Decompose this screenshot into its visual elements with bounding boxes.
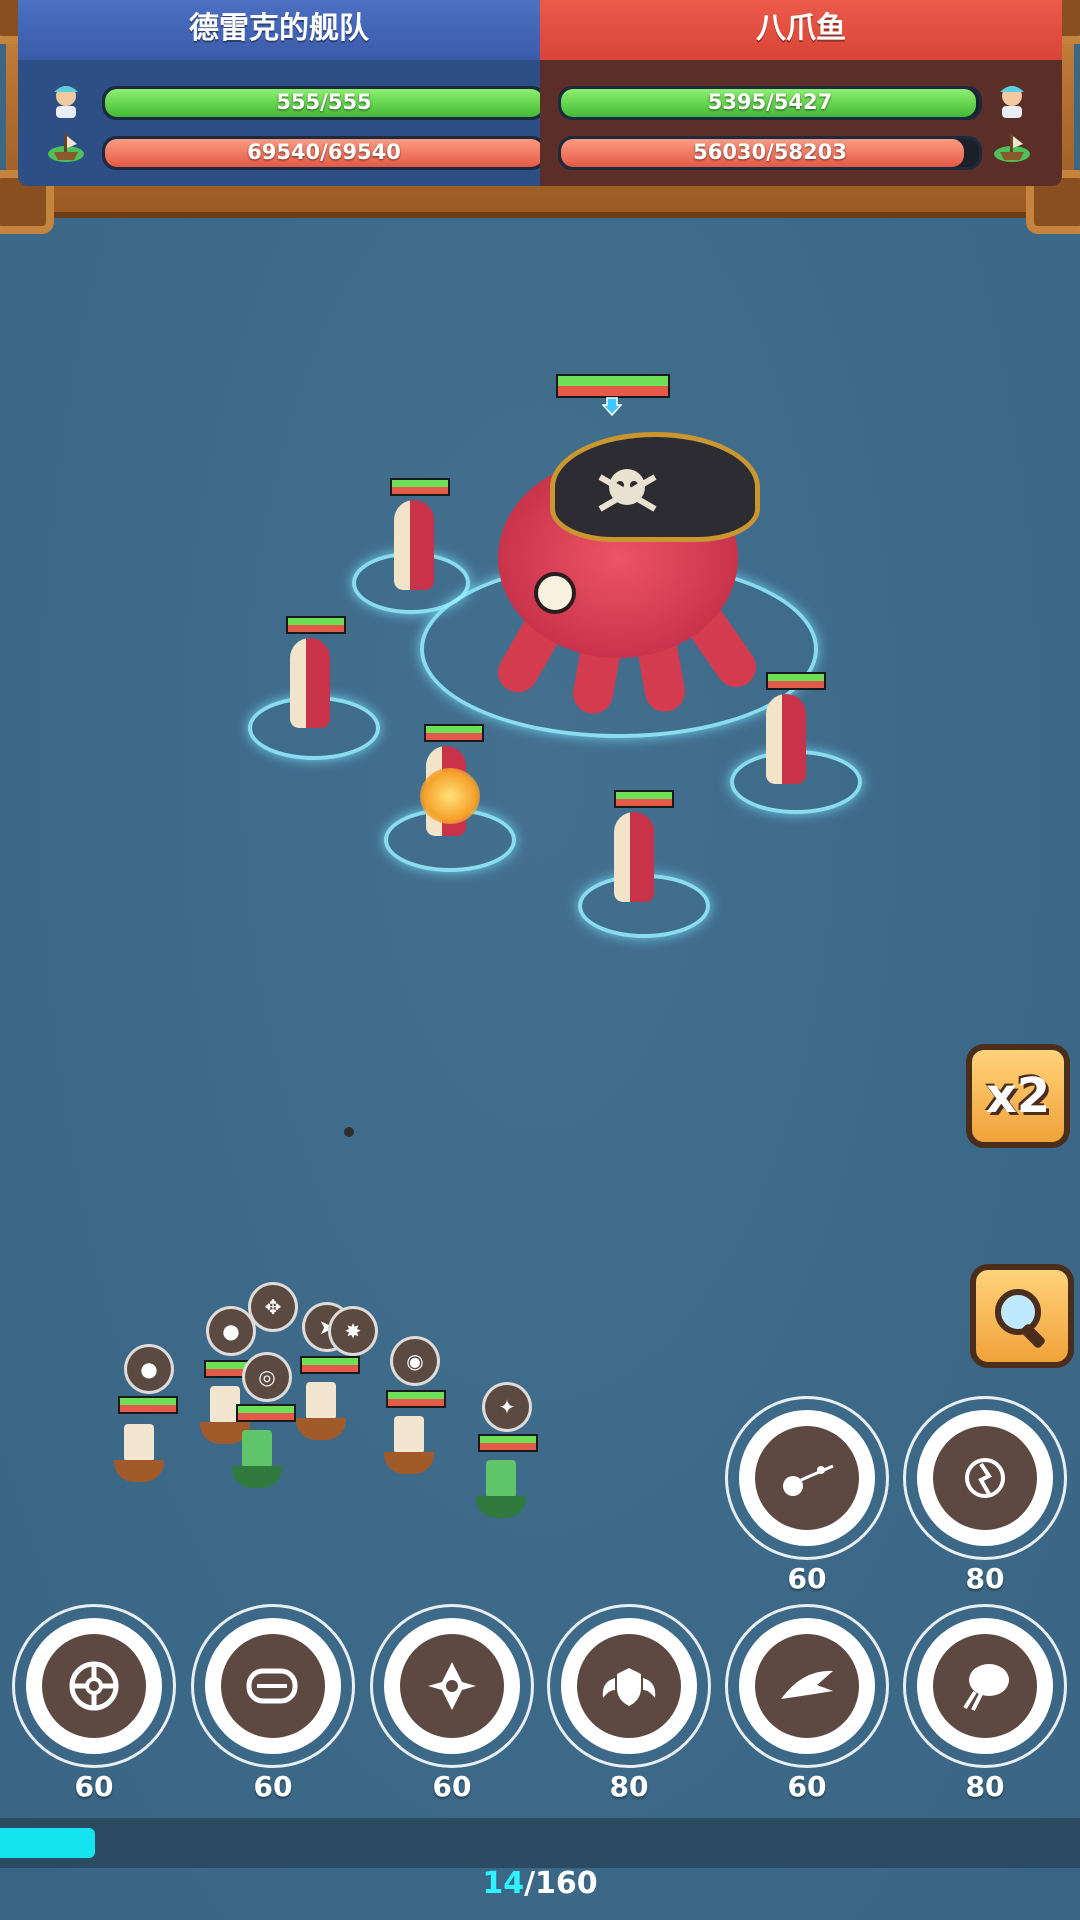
tentacle-hp-bar bbox=[766, 672, 826, 690]
skill-button-wheel[interactable] bbox=[12, 1604, 176, 1768]
enemy-ship-hp-bar: 56030/58203 bbox=[558, 136, 982, 170]
player-ship-hp-text: 69540/69540 bbox=[247, 140, 401, 164]
shield-spikes-icon bbox=[400, 1634, 504, 1738]
hook-icon bbox=[221, 1634, 325, 1738]
target-arrow-icon bbox=[601, 396, 623, 417]
tentacle[interactable] bbox=[766, 694, 806, 784]
skill-cost: 60 bbox=[432, 1770, 472, 1803]
balloon-icon bbox=[933, 1634, 1037, 1738]
speed-toggle-button[interactable]: x2 bbox=[966, 1044, 1070, 1148]
enemy-name: 八爪鱼 bbox=[540, 0, 1062, 60]
energy-bar bbox=[0, 1818, 1080, 1868]
skull-icon bbox=[598, 469, 657, 512]
player-ship[interactable] bbox=[476, 1458, 526, 1518]
skill-button-balloon[interactable] bbox=[903, 1604, 1067, 1768]
magnifier-icon bbox=[995, 1289, 1049, 1350]
ship-hp-bar bbox=[478, 1434, 538, 1452]
ship-skill-bubble: ✥ bbox=[248, 1282, 298, 1332]
ship-hp-bar bbox=[118, 1396, 178, 1414]
octopus-eye bbox=[534, 572, 576, 614]
player-fleet-panel: 德雷克的舰队 555/555 69540/69540 bbox=[18, 0, 546, 186]
battle-hud: 德雷克的舰队 555/555 69540/69540 八爪鱼 5395/5427… bbox=[0, 0, 1080, 234]
energy-bar-fill bbox=[0, 1828, 95, 1858]
tentacle-hp-bar bbox=[424, 724, 484, 742]
ship-hp-bar bbox=[300, 1356, 360, 1374]
sea-battlefield bbox=[0, 0, 1080, 1920]
skill-button-winged-shield[interactable] bbox=[547, 1604, 711, 1768]
player-ship[interactable] bbox=[114, 1422, 164, 1482]
player-ship-hp-bar: 69540/69540 bbox=[102, 136, 546, 170]
wheel-icon bbox=[42, 1634, 146, 1738]
energy-max: 160 bbox=[535, 1866, 598, 1901]
ship-hp-bar bbox=[236, 1404, 296, 1422]
cannonball bbox=[344, 1127, 354, 1137]
skill-button-cannonball[interactable] bbox=[725, 1396, 889, 1560]
tentacle[interactable] bbox=[394, 500, 434, 590]
skill-cost: 60 bbox=[787, 1562, 827, 1595]
ship-icon bbox=[992, 128, 1032, 168]
inspect-button[interactable] bbox=[970, 1264, 1074, 1368]
energy-counter: 14/160 bbox=[0, 1866, 1080, 1901]
skill-cost: 80 bbox=[965, 1562, 1005, 1595]
ship-skill-bubble: ◎ bbox=[242, 1352, 292, 1402]
skill-cost: 60 bbox=[787, 1770, 827, 1803]
skill-button-storm[interactable] bbox=[903, 1396, 1067, 1560]
enemy-crew-hp-bar: 5395/5427 bbox=[558, 86, 982, 120]
enemy-ship-hp-text: 56030/58203 bbox=[693, 140, 847, 164]
winged-shield-icon bbox=[577, 1634, 681, 1738]
skill-cost: 60 bbox=[253, 1770, 293, 1803]
cannonball-icon bbox=[755, 1426, 859, 1530]
ship-icon bbox=[46, 128, 86, 168]
explosion-effect bbox=[420, 768, 480, 824]
skill-button-shark[interactable] bbox=[725, 1604, 889, 1768]
skill-cost: 80 bbox=[609, 1770, 649, 1803]
storm-icon bbox=[933, 1426, 1037, 1530]
player-ship[interactable] bbox=[232, 1428, 282, 1488]
player-ship[interactable] bbox=[296, 1380, 346, 1440]
skill-cost: 80 bbox=[965, 1770, 1005, 1803]
sailor-icon bbox=[992, 80, 1032, 120]
player-crew-hp-text: 555/555 bbox=[276, 90, 372, 114]
player-crew-hp-bar: 555/555 bbox=[102, 86, 546, 120]
tentacle[interactable] bbox=[614, 812, 654, 902]
tentacle[interactable] bbox=[290, 638, 330, 728]
enemy-crew-hp-text: 5395/5427 bbox=[707, 90, 833, 114]
skill-cost: 60 bbox=[74, 1770, 114, 1803]
skill-button-shield-spikes[interactable] bbox=[370, 1604, 534, 1768]
pirate-hat bbox=[550, 432, 760, 542]
tentacle-hp-bar bbox=[614, 790, 674, 808]
skill-button-hook[interactable] bbox=[191, 1604, 355, 1768]
ship-skill-bubble: ◉ bbox=[390, 1336, 440, 1386]
octopus-hp-bar bbox=[556, 374, 670, 398]
enemy-panel: 八爪鱼 5395/5427 56030/58203 bbox=[540, 0, 1062, 186]
ship-hp-bar bbox=[386, 1390, 446, 1408]
ship-skill-bubble: ● bbox=[124, 1344, 174, 1394]
tentacle-hp-bar bbox=[286, 616, 346, 634]
speed-label: x2 bbox=[985, 1068, 1051, 1124]
tentacle-hp-bar bbox=[390, 478, 450, 496]
energy-current: 14 bbox=[482, 1866, 525, 1901]
ship-skill-bubble: ✦ bbox=[482, 1382, 532, 1432]
shark-icon bbox=[755, 1634, 859, 1738]
player-ship[interactable] bbox=[384, 1414, 434, 1474]
sailor-icon bbox=[46, 80, 86, 120]
player-fleet-name: 德雷克的舰队 bbox=[18, 0, 540, 60]
ship-skill-bubble: ✸ bbox=[328, 1306, 378, 1356]
energy-separator: / bbox=[524, 1866, 536, 1901]
